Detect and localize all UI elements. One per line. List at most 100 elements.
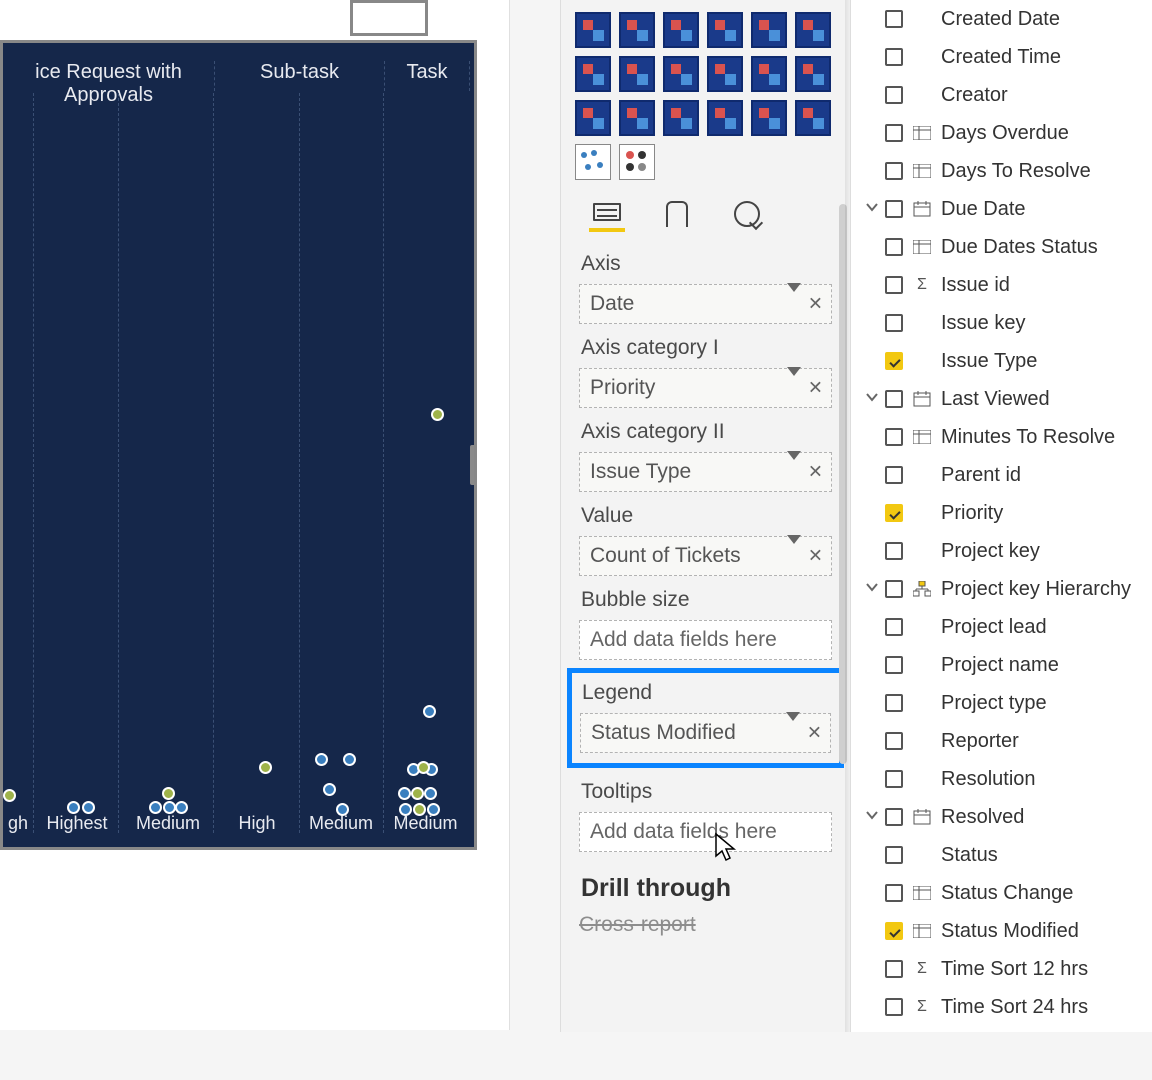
- cat1-well[interactable]: Priority ✕: [579, 368, 832, 408]
- viz-type-icon[interactable]: [619, 56, 655, 92]
- field-checkbox[interactable]: [885, 238, 903, 256]
- chevron-down-icon[interactable]: [787, 376, 801, 400]
- chart-bubble[interactable]: [398, 787, 411, 800]
- viz-type-icon[interactable]: [575, 56, 611, 92]
- viz-type-icon[interactable]: [795, 100, 831, 136]
- remove-field-icon[interactable]: ✕: [808, 378, 823, 399]
- bubble-well[interactable]: Add data fields here: [579, 620, 832, 660]
- visual-header-button[interactable]: [350, 0, 428, 36]
- field-row[interactable]: Status Change: [851, 874, 1152, 912]
- field-checkbox[interactable]: [885, 846, 903, 864]
- field-row[interactable]: Last Viewed: [851, 380, 1152, 418]
- viz-type-icon[interactable]: [619, 12, 655, 48]
- chart-bubble[interactable]: [423, 705, 436, 718]
- viz-type-icon[interactable]: [707, 56, 743, 92]
- tooltips-well[interactable]: Add data fields here: [579, 812, 832, 852]
- viz-type-icon[interactable]: [795, 12, 831, 48]
- field-row[interactable]: Issue Type: [851, 342, 1152, 380]
- field-row[interactable]: Created Time: [851, 38, 1152, 76]
- field-row[interactable]: Reporter: [851, 722, 1152, 760]
- field-checkbox[interactable]: [885, 48, 903, 66]
- field-row[interactable]: Project name: [851, 646, 1152, 684]
- viz-type-icon[interactable]: [619, 144, 655, 180]
- chart-bubble[interactable]: [424, 787, 437, 800]
- expand-icon[interactable]: [859, 200, 885, 218]
- viz-type-icon[interactable]: [707, 100, 743, 136]
- expand-icon[interactable]: [859, 580, 885, 598]
- field-checkbox[interactable]: [885, 466, 903, 484]
- chart-bubble[interactable]: [431, 408, 444, 421]
- remove-field-icon[interactable]: ✕: [807, 723, 822, 744]
- format-tab[interactable]: [659, 196, 695, 232]
- field-row[interactable]: ΣTime Sort 12 hrs: [851, 950, 1152, 988]
- chart-bubble[interactable]: [3, 789, 16, 802]
- chart-bubble[interactable]: [162, 787, 175, 800]
- field-checkbox[interactable]: [885, 390, 903, 408]
- viz-type-icon[interactable]: [663, 12, 699, 48]
- field-row[interactable]: Days Overdue: [851, 114, 1152, 152]
- field-row[interactable]: Resolution: [851, 760, 1152, 798]
- field-row[interactable]: Days To Resolve: [851, 152, 1152, 190]
- field-checkbox[interactable]: [885, 504, 903, 522]
- field-row[interactable]: Project type: [851, 684, 1152, 722]
- viz-type-icon[interactable]: [575, 144, 611, 180]
- field-checkbox[interactable]: [885, 808, 903, 826]
- field-row[interactable]: Due Dates Status: [851, 228, 1152, 266]
- field-row[interactable]: Resolved: [851, 798, 1152, 836]
- field-checkbox[interactable]: [885, 656, 903, 674]
- field-checkbox[interactable]: [885, 884, 903, 902]
- chevron-down-icon[interactable]: [787, 460, 801, 484]
- field-checkbox[interactable]: [885, 580, 903, 598]
- viz-type-icon[interactable]: [751, 12, 787, 48]
- chart-bubble[interactable]: [343, 753, 356, 766]
- field-checkbox[interactable]: [885, 542, 903, 560]
- field-row[interactable]: Issue key: [851, 304, 1152, 342]
- remove-field-icon[interactable]: ✕: [808, 294, 823, 315]
- expand-icon[interactable]: [859, 808, 885, 826]
- cat2-well[interactable]: Issue Type ✕: [579, 452, 832, 492]
- field-row[interactable]: Parent id: [851, 456, 1152, 494]
- field-checkbox[interactable]: [885, 86, 903, 104]
- report-canvas[interactable]: ice Request with Approvals Sub-task Task: [0, 0, 510, 1030]
- field-checkbox[interactable]: [885, 694, 903, 712]
- field-checkbox[interactable]: [885, 770, 903, 788]
- viz-type-icon[interactable]: [619, 100, 655, 136]
- chart-bubble[interactable]: [323, 783, 336, 796]
- field-checkbox[interactable]: [885, 922, 903, 940]
- field-checkbox[interactable]: [885, 314, 903, 332]
- viz-type-icon[interactable]: [575, 100, 611, 136]
- chevron-down-icon[interactable]: [786, 721, 800, 745]
- chevron-down-icon[interactable]: [787, 292, 801, 316]
- field-row[interactable]: Project key: [851, 532, 1152, 570]
- field-checkbox[interactable]: [885, 732, 903, 750]
- viz-type-icon[interactable]: [663, 100, 699, 136]
- field-checkbox[interactable]: [885, 10, 903, 28]
- field-checkbox[interactable]: [885, 618, 903, 636]
- field-checkbox[interactable]: [885, 162, 903, 180]
- field-row[interactable]: Project key Hierarchy: [851, 570, 1152, 608]
- viz-type-icon[interactable]: [751, 100, 787, 136]
- field-checkbox[interactable]: [885, 200, 903, 218]
- field-row[interactable]: Minutes To Resolve: [851, 418, 1152, 456]
- remove-field-icon[interactable]: ✕: [808, 462, 823, 483]
- field-checkbox[interactable]: [885, 960, 903, 978]
- field-row[interactable]: ΣTime Sort 24 hrs: [851, 988, 1152, 1026]
- viz-type-icon[interactable]: [663, 56, 699, 92]
- analytics-tab[interactable]: [729, 196, 765, 232]
- viz-type-icon[interactable]: [707, 12, 743, 48]
- field-row[interactable]: Status: [851, 836, 1152, 874]
- field-checkbox[interactable]: [885, 428, 903, 446]
- field-checkbox[interactable]: [885, 276, 903, 294]
- field-row[interactable]: Priority: [851, 494, 1152, 532]
- chart-bubble[interactable]: [417, 761, 430, 774]
- field-row[interactable]: Status Modified: [851, 912, 1152, 950]
- fields-tab[interactable]: [589, 196, 625, 232]
- field-checkbox[interactable]: [885, 124, 903, 142]
- chart-bubble[interactable]: [411, 787, 424, 800]
- value-well[interactable]: Count of Tickets ✕: [579, 536, 832, 576]
- viz-type-icon[interactable]: [751, 56, 787, 92]
- field-row[interactable]: Project lead: [851, 608, 1152, 646]
- field-row[interactable]: ΣIssue id: [851, 266, 1152, 304]
- chart-bubble[interactable]: [259, 761, 272, 774]
- field-row[interactable]: Created Date: [851, 0, 1152, 38]
